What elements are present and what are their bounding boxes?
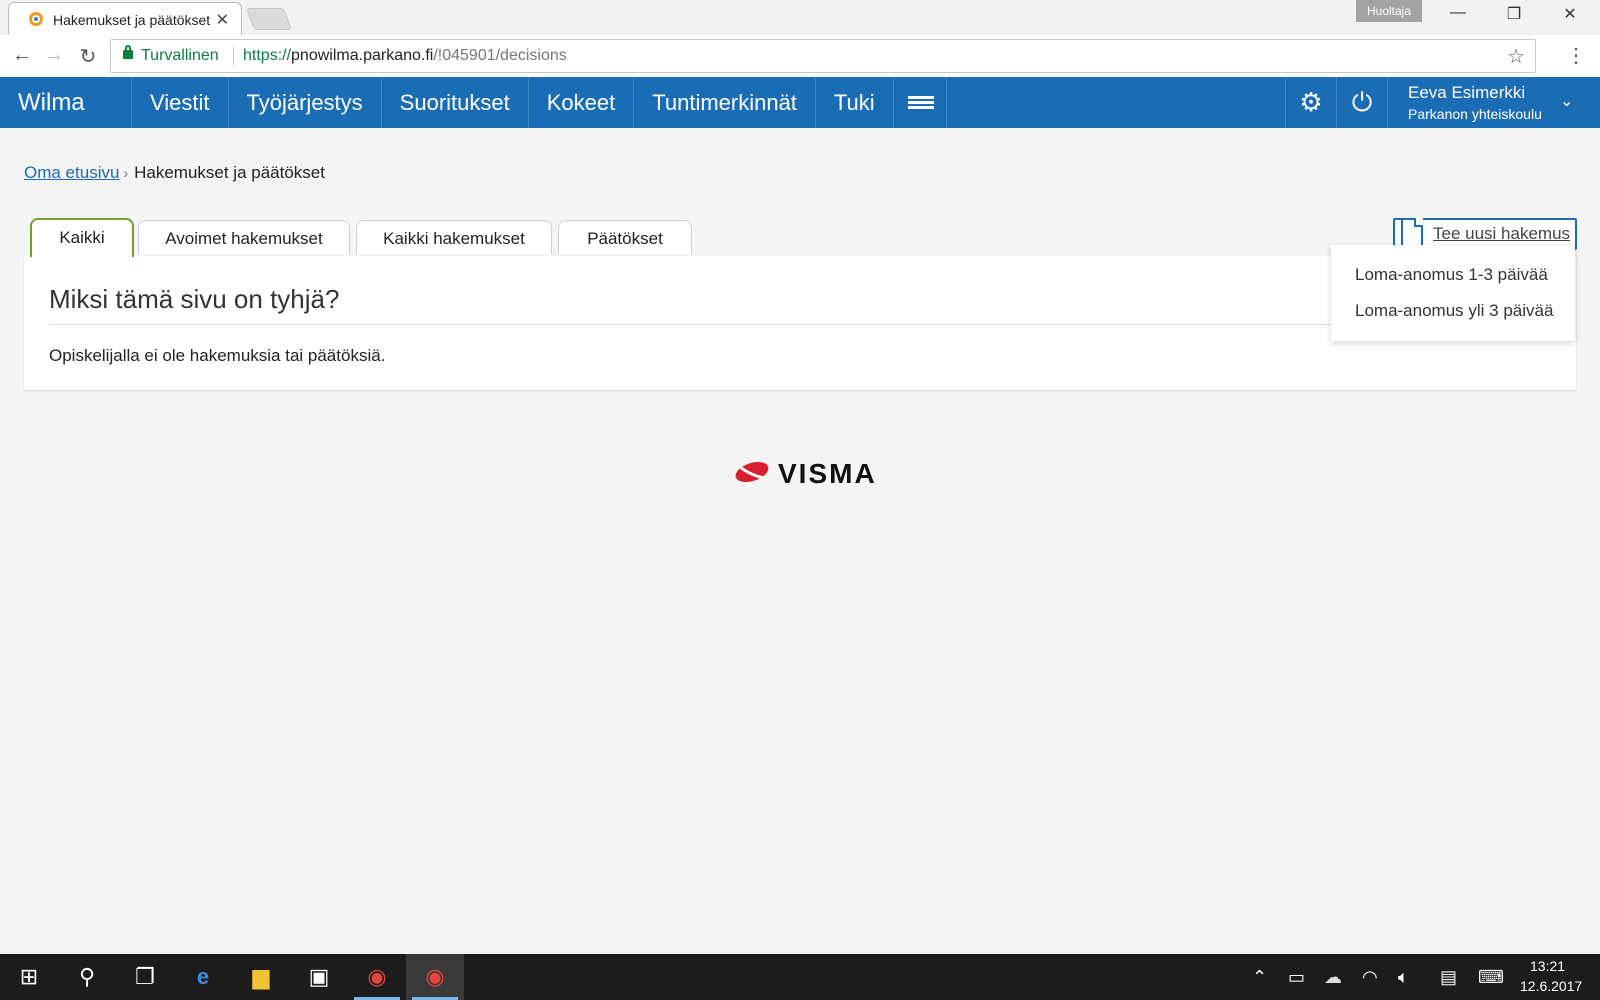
clock-time[interactable]: 13:21: [1530, 958, 1565, 974]
chevron-down-icon[interactable]: ⌄: [1560, 91, 1573, 111]
cloud-error-icon[interactable]: ☁: [1324, 954, 1342, 1000]
store-icon[interactable]: ▣: [290, 954, 348, 1000]
windows-start-icon[interactable]: ⊞: [0, 954, 58, 1000]
search-icon[interactable]: ⚲: [58, 954, 116, 1000]
browser-menu-icon[interactable]: ⋮: [1566, 43, 1586, 68]
omnibox-divider: [233, 47, 234, 65]
new-tab-button[interactable]: [245, 8, 293, 30]
volume-icon[interactable]: 🔈︎: [1398, 954, 1409, 1000]
nav-item-suoritukset[interactable]: Suoritukset: [380, 77, 528, 128]
user-school[interactable]: Parkanon yhteiskoulu: [1408, 106, 1542, 122]
visma-logo: VISMA: [734, 458, 875, 489]
notification-icon[interactable]: ▤: [1440, 954, 1457, 1000]
panel-divider: [49, 324, 1555, 325]
tab-kaikki-hakemukset[interactable]: Kaikki hakemukset: [356, 220, 552, 254]
document-icon: [1401, 218, 1423, 248]
wilma-favicon-icon: [29, 12, 43, 26]
tab-avoimet-hakemukset[interactable]: Avoimet hakemukset: [138, 220, 350, 254]
close-tab-icon[interactable]: ✕: [216, 10, 229, 30]
new-application-label: Tee uusi hakemus: [1433, 224, 1571, 243]
tablet-icon[interactable]: ▭: [1288, 954, 1305, 1000]
chrome-profile-icon[interactable]: ◉: [406, 954, 464, 1000]
file-explorer-icon[interactable]: ▆: [232, 954, 290, 1000]
url-host: pnowilma.parkano.fi: [291, 47, 434, 64]
panel-title: Miksi tämä sivu on tyhjä?: [49, 284, 340, 314]
clock-date[interactable]: 12.6.2017: [1520, 978, 1582, 994]
bookmark-star-icon[interactable]: ☆: [1507, 44, 1525, 69]
restore-icon[interactable]: ❐: [1494, 4, 1534, 24]
wilma-top-nav: Wilma Viestit Työjärjestys Suoritukset K…: [0, 77, 1600, 128]
browser-toolbar: ← → ↻ Turvallinen https://pnowilma.parka…: [0, 35, 1600, 78]
close-window-icon[interactable]: ✕: [1550, 4, 1590, 24]
windows-taskbar: ⊞ ⚲ ❐ e ▆ ▣ ◉ ◉ ⌃ ▭ ☁ ◠ 🔈︎ ▤ ⌨ 13:21 12.…: [0, 954, 1600, 1000]
dropdown-item-loma-yli-3[interactable]: Loma-anomus yli 3 päivää: [1355, 301, 1553, 321]
back-arrow-icon[interactable]: ←: [10, 44, 34, 67]
chevron-up-icon[interactable]: ⌃: [1252, 954, 1267, 1000]
user-settings-icon[interactable]: ⚙: [1285, 77, 1336, 128]
forward-arrow-icon[interactable]: →: [42, 44, 66, 67]
visma-mark-icon: [735, 461, 769, 483]
profile-badge[interactable]: Huoltaja: [1356, 0, 1422, 22]
keyboard-icon[interactable]: ⌨: [1478, 954, 1504, 1000]
main-nav: Viestit Työjärjestys Suoritukset Kokeet …: [131, 77, 947, 128]
nav-item-tuki[interactable]: Tuki: [814, 77, 893, 128]
tab-kaikki[interactable]: Kaikki: [30, 218, 134, 257]
content-tabs: Kaikki Avoimet hakemukset Kaikki hakemuk…: [24, 218, 1536, 259]
wifi-icon[interactable]: ◠: [1362, 954, 1378, 1000]
url-path: /!045901/decisions: [433, 47, 567, 64]
nav-divider: [1387, 77, 1388, 128]
breadcrumb-chevron-icon: ›: [123, 165, 129, 181]
user-name[interactable]: Eeva Esimerkki: [1408, 83, 1525, 103]
tab-paatokset[interactable]: Päätökset: [558, 220, 692, 254]
visma-wordmark: VISMA: [778, 458, 877, 489]
task-view-icon[interactable]: ❐: [116, 954, 174, 1000]
nav-item-viestit[interactable]: Viestit: [131, 77, 228, 128]
nav-item-tyojarjestys[interactable]: Työjärjestys: [227, 77, 381, 128]
dropdown-item-loma-1-3[interactable]: Loma-anomus 1-3 päivää: [1355, 265, 1548, 285]
url-protocol: https://: [243, 47, 292, 64]
panel-text: Opiskelijalla ei ole hakemuksia tai päät…: [49, 346, 386, 365]
browser-tab-title: Hakemukset ja päätökset: [53, 12, 211, 28]
minimize-icon[interactable]: —: [1438, 4, 1478, 22]
wilma-brand[interactable]: Wilma: [18, 89, 85, 117]
new-application-dropdown: Loma-anomus 1-3 päivää Loma-anomus yli 3…: [1331, 245, 1575, 341]
url-text: https://pnowilma.parkano.fi/!045901/deci…: [243, 47, 567, 65]
secure-label: Turvallinen: [141, 47, 219, 64]
breadcrumb: Oma etusivu › Hakemukset ja päätökset: [24, 163, 325, 183]
browser-tab[interactable]: Hakemukset ja päätökset ✕: [8, 2, 242, 37]
address-bar[interactable]: Turvallinen https://pnowilma.parkano.fi/…: [110, 39, 1536, 73]
power-icon[interactable]: ⏻: [1336, 77, 1387, 128]
lock-icon: [123, 45, 133, 59]
chrome-icon[interactable]: ◉: [348, 954, 406, 1000]
hamburger-menu-icon[interactable]: [892, 77, 947, 128]
nav-item-kokeet[interactable]: Kokeet: [527, 77, 634, 128]
reload-icon[interactable]: ↻: [76, 44, 100, 69]
breadcrumb-home-link[interactable]: Oma etusivu: [24, 163, 119, 182]
nav-item-tuntimerkinnat[interactable]: Tuntimerkinnät: [633, 77, 815, 128]
breadcrumb-current: Hakemukset ja päätökset: [134, 163, 325, 182]
browser-tabstrip: Hakemukset ja päätökset ✕ Huoltaja — ❐ ✕: [0, 0, 1600, 37]
edge-icon[interactable]: e: [174, 954, 232, 1000]
